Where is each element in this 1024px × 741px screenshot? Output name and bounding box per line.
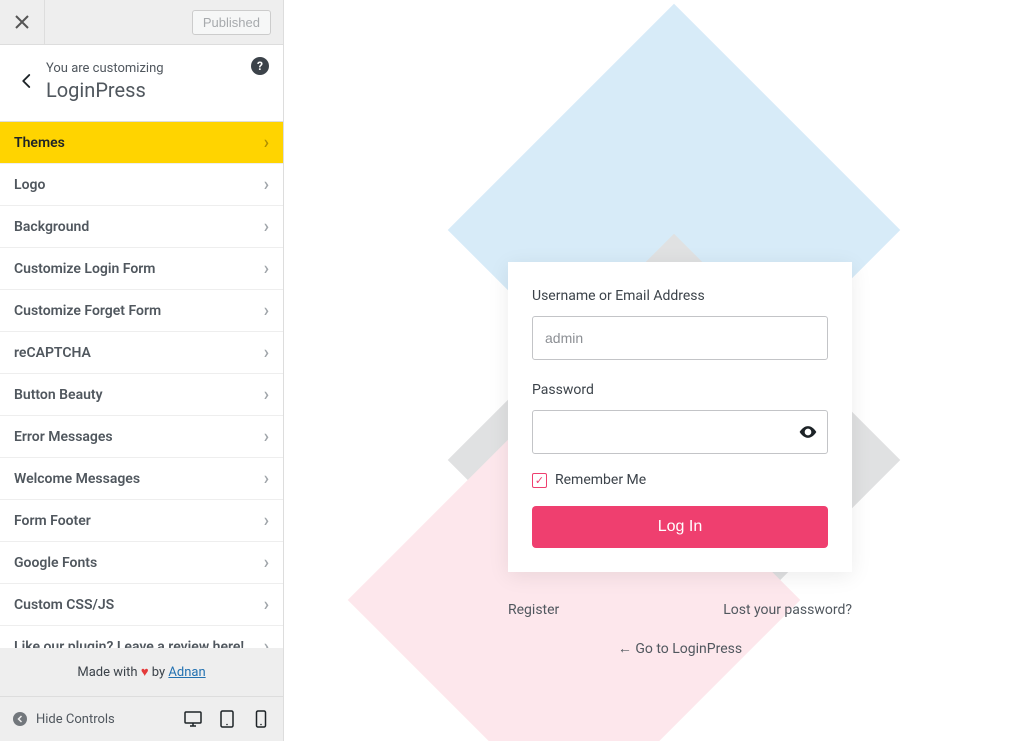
section-background[interactable]: Background › <box>0 206 283 248</box>
chevron-right-icon: › <box>264 386 269 404</box>
password-input[interactable] <box>532 410 828 454</box>
toggle-password-visibility[interactable] <box>798 422 818 446</box>
login-form-card: Username or Email Address Password ✓ Rem… <box>508 262 852 572</box>
chevron-right-icon: › <box>264 260 269 278</box>
chevron-right-icon: › <box>264 302 269 320</box>
chevron-right-icon: › <box>264 512 269 530</box>
help-icon[interactable]: ? <box>251 57 269 75</box>
close-icon <box>15 15 29 29</box>
section-customize-login-form[interactable]: Customize Login Form › <box>0 248 283 290</box>
device-mobile-button[interactable] <box>251 709 271 729</box>
hide-controls-label: Hide Controls <box>36 712 115 727</box>
customizer-topbar: Published <box>0 0 283 45</box>
device-desktop-button[interactable] <box>183 709 203 729</box>
panel-title: LoginPress <box>46 78 269 102</box>
section-label: reCAPTCHA <box>14 345 91 361</box>
chevron-right-icon: › <box>264 134 269 152</box>
section-label: Themes <box>14 135 65 151</box>
desktop-icon <box>184 710 202 728</box>
section-google-fonts[interactable]: Google Fonts › <box>0 542 283 584</box>
eye-icon <box>798 422 818 442</box>
remember-me-label: Remember Me <box>555 472 646 488</box>
panel-header: You are customizing LoginPress ? <box>0 45 283 122</box>
remember-me-checkbox[interactable]: ✓ Remember Me <box>532 472 828 488</box>
back-button[interactable] <box>14 57 46 105</box>
username-label: Username or Email Address <box>532 288 828 304</box>
collapse-left-icon <box>12 711 28 727</box>
section-label: Form Footer <box>14 513 91 529</box>
panel-eyebrow: You are customizing <box>46 61 269 76</box>
section-label: Error Messages <box>14 429 113 445</box>
section-recaptcha[interactable]: reCAPTCHA › <box>0 332 283 374</box>
section-label: Background <box>14 219 89 235</box>
chevron-right-icon: › <box>264 554 269 572</box>
lost-password-link[interactable]: Lost your password? <box>723 602 852 618</box>
chevron-right-icon: › <box>264 176 269 194</box>
close-button[interactable] <box>0 0 45 45</box>
section-label: Logo <box>14 177 45 193</box>
customizer-sidebar: Published You are customizing LoginPress… <box>0 0 284 741</box>
chevron-right-icon: › <box>264 428 269 446</box>
chevron-right-icon: › <box>264 470 269 488</box>
preview-pane: Username or Email Address Password ✓ Rem… <box>284 0 1024 741</box>
tablet-icon <box>219 710 235 728</box>
section-welcome-messages[interactable]: Welcome Messages › <box>0 458 283 500</box>
login-links-row: Register Lost your password? <box>508 602 852 618</box>
chevron-left-icon <box>18 72 36 90</box>
password-label: Password <box>532 382 828 398</box>
section-label: Google Fonts <box>14 555 97 571</box>
section-label: Customize Forget Form <box>14 303 161 319</box>
section-button-beauty[interactable]: Button Beauty › <box>0 374 283 416</box>
section-label: Like our plugin? Leave a review here! <box>14 639 244 649</box>
author-link[interactable]: Adnan <box>168 665 205 680</box>
device-tablet-button[interactable] <box>217 709 237 729</box>
section-label: Welcome Messages <box>14 471 140 487</box>
register-link[interactable]: Register <box>508 602 559 618</box>
checkbox-icon: ✓ <box>532 473 547 488</box>
chevron-right-icon: › <box>264 218 269 236</box>
chevron-right-icon: › <box>264 344 269 362</box>
section-form-footer[interactable]: Form Footer › <box>0 500 283 542</box>
section-themes[interactable]: Themes › <box>0 122 283 164</box>
section-review-link[interactable]: Like our plugin? Leave a review here! › <box>0 626 283 648</box>
section-list: Themes › Logo › Background › Customize L… <box>0 122 283 648</box>
section-label: Button Beauty <box>14 387 103 403</box>
section-custom-css-js[interactable]: Custom CSS/JS › <box>0 584 283 626</box>
username-input[interactable] <box>532 316 828 360</box>
section-logo[interactable]: Logo › <box>0 164 283 206</box>
login-submit-button[interactable]: Log In <box>532 506 828 548</box>
publish-button[interactable]: Published <box>192 10 271 35</box>
customizer-footer: Hide Controls <box>0 696 283 741</box>
section-label: Customize Login Form <box>14 261 155 277</box>
section-customize-forget-form[interactable]: Customize Forget Form › <box>0 290 283 332</box>
made-with-credit: Made with ♥ by Adnan <box>0 648 283 696</box>
mobile-icon <box>255 710 267 728</box>
chevron-right-icon: › <box>264 638 269 649</box>
chevron-right-icon: › <box>264 596 269 614</box>
section-label: Custom CSS/JS <box>14 597 114 613</box>
hide-controls-button[interactable]: Hide Controls <box>12 711 115 727</box>
heart-icon: ♥ <box>141 665 149 680</box>
section-error-messages[interactable]: Error Messages › <box>0 416 283 458</box>
goto-site-link[interactable]: ← Go to LoginPress <box>618 641 742 657</box>
